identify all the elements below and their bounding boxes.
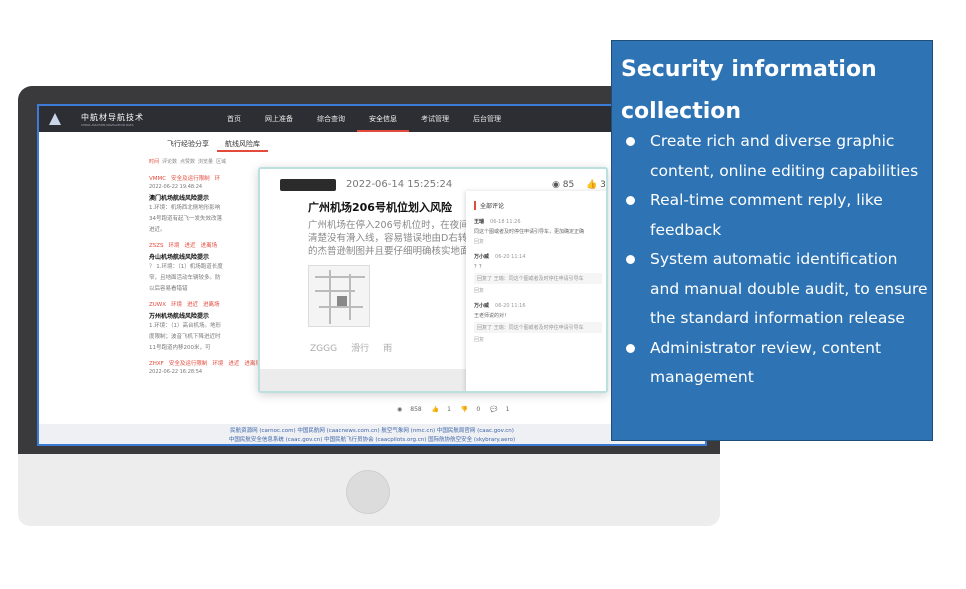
sort-option[interactable]: 评论数: [162, 159, 177, 165]
sub-tabs: 飞行经验分享 航线风险库: [159, 136, 268, 152]
tag[interactable]: 进近: [185, 243, 196, 249]
airport-chart-image: [308, 265, 370, 327]
comment-header: 王瑞 06-18 11:26: [474, 218, 602, 225]
comment-count: 1: [505, 406, 510, 413]
nav-item[interactable]: 考试管理: [409, 106, 461, 132]
sort-option[interactable]: 区域: [216, 159, 226, 165]
card-body-line: 的杰普逊制图并且要仔细明确核实地面: [308, 246, 468, 257]
comment-text: ？？: [474, 264, 485, 270]
comment-reply: 回复了 王瑞：同这个图或者及时停住申请引导车: [474, 322, 602, 333]
card-body-line: 广州机场在停入206号机位时，在夜间: [308, 220, 468, 231]
nav-item[interactable]: 后台管理: [461, 106, 513, 132]
card-tag[interactable]: 滑行: [351, 344, 369, 354]
reply-button[interactable]: 回复: [474, 336, 602, 343]
comment-user[interactable]: 王瑞: [474, 219, 484, 225]
top-navigation: 中航材导航技术 CHINA AVIATION NAVIGATION DATA 首…: [39, 106, 705, 132]
tab-0[interactable]: 飞行经验分享: [159, 136, 217, 152]
tag[interactable]: 安全及运行限制: [171, 176, 210, 182]
card-date: 2022-06-14 15:25:24: [346, 179, 453, 190]
comment-time: 06-20 11:14: [495, 254, 526, 260]
thumbnail-image: [280, 179, 336, 191]
comments-panel: 全部评论 王瑞 06-18 11:26 同这个图或者及时停住申请引导车，更加确定正确…: [466, 191, 606, 391]
tag[interactable]: 进离场: [201, 243, 218, 249]
tag[interactable]: 环境: [169, 243, 180, 249]
dislike-count: 0: [476, 406, 481, 413]
tag[interactable]: 环境: [212, 361, 223, 367]
views-count: 858: [410, 406, 422, 413]
comment-text: 王老师说的对！: [474, 313, 510, 319]
tag[interactable]: 进近: [187, 302, 198, 308]
comment-time: 06-20 11:16: [495, 303, 526, 309]
tag[interactable]: ZUWX: [149, 302, 166, 308]
logo[interactable]: 中航材导航技术 CHINA AVIATION NAVIGATION DATA: [45, 112, 195, 127]
feature-bullet: System automatic identification and manu…: [622, 245, 928, 334]
comment-item: 万小威 06-20 11:14 ？？ 回复了 王瑞：同这个图或者及时停住申请引导车回复: [474, 253, 602, 294]
nav-menu: 首页 网上准备 综合查询 安全信息 考试管理 后台管理: [215, 106, 513, 132]
risk-detail-card: 2022-06-14 15:25:24 ◉ 85 👍 3 广州机场206号机位划…: [258, 167, 608, 393]
tag[interactable]: VMMC: [149, 176, 166, 182]
comment-user[interactable]: 万小威: [474, 303, 489, 309]
reply-button[interactable]: 回复: [474, 238, 602, 245]
tag[interactable]: 安全及运行限制: [169, 361, 208, 367]
footer-line[interactable]: 民航资源网 (carnoc.com) 中国民航网 (caacnews.com.c…: [39, 427, 705, 436]
footer-links: 民航资源网 (carnoc.com) 中国民航网 (caacnews.com.c…: [39, 424, 705, 444]
tag[interactable]: ZHXF: [149, 361, 164, 367]
card-tag[interactable]: ZGGG: [310, 344, 337, 354]
comment-item: 万小威 06-20 11:16 王老师说的对！ 回复了 王瑞：同这个图或者及时停住申请…: [474, 302, 602, 343]
tag[interactable]: 环境: [171, 302, 182, 308]
tab-1[interactable]: 航线风险库: [217, 136, 268, 152]
card-body: 广州机场在停入206号机位时，在夜间 清楚没有滑入线，容易错误地由D右转 的杰普逊制…: [308, 219, 468, 258]
comment-item: 王瑞 06-18 11:26 同这个图或者及时停住申请引导车，更加确定正确回复: [474, 218, 602, 245]
feature-bullet: Create rich and diverse graphic content,…: [622, 127, 928, 186]
views-icon: ◉: [397, 406, 403, 413]
card-likes[interactable]: 👍 3: [586, 180, 606, 190]
feature-bullet: Real-time comment reply, like feedback: [622, 186, 928, 245]
slide: 中航材导航技术 CHINA AVIATION NAVIGATION DATA 首…: [0, 0, 966, 589]
nav-item[interactable]: 综合查询: [305, 106, 357, 132]
tag[interactable]: 进离场: [203, 302, 220, 308]
tag[interactable]: 进近: [228, 361, 239, 367]
card-views: ◉ 85: [552, 180, 575, 190]
sort-option[interactable]: 浏览量: [198, 159, 213, 165]
comment-icon[interactable]: 💬: [490, 406, 497, 413]
nav-item[interactable]: 安全信息: [357, 106, 409, 132]
comment-text: 同这个图或者及时停住申请引导车，更加确定正确: [474, 229, 585, 235]
feature-bullet: Administrator review, content management: [622, 334, 928, 393]
sort-option[interactable]: 时间: [149, 159, 159, 165]
feature-list: Create rich and diverse graphic content,…: [622, 127, 928, 393]
logo-plane-icon: [45, 112, 69, 126]
dislike-icon[interactable]: 👎: [461, 406, 468, 413]
nav-item[interactable]: 网上准备: [253, 106, 305, 132]
card-body-line: 清楚没有滑入线，容易错误地由D右转: [308, 233, 468, 244]
card-tag[interactable]: 雨: [383, 344, 392, 354]
logo-english-name: CHINA AVIATION NAVIGATION DATA: [81, 122, 134, 127]
nav-item[interactable]: 首页: [215, 106, 253, 132]
comment-header: 万小威 06-20 11:14: [474, 253, 602, 260]
like-icon[interactable]: 👍: [432, 406, 439, 413]
power-button-icon: [346, 470, 390, 514]
comment-reply: 回复了 王瑞：同这个图或者及时停住申请引导车: [474, 273, 602, 284]
sort-option[interactable]: 点赞数: [180, 159, 195, 165]
comments-header: 全部评论: [474, 201, 602, 210]
footer-line[interactable]: 中国民航安全信息系统 (caac.gov.cn) 中国民航飞行员协会 (caac…: [39, 436, 705, 444]
comment-header: 万小威 06-20 11:16: [474, 302, 602, 309]
item-stats: ◉ 858 👍 1 👎 0 💬 1: [397, 406, 517, 413]
tag[interactable]: ZSZS: [149, 243, 164, 249]
info-panel: Security information collection Create r…: [611, 40, 933, 441]
tag[interactable]: 环: [215, 176, 221, 182]
card-footer-bar: [260, 369, 470, 391]
comment-user[interactable]: 万小威: [474, 254, 489, 260]
card-title: 广州机场206号机位划入风险: [308, 201, 452, 214]
comment-time: 06-18 11:26: [490, 219, 521, 225]
card-tags: ZGGG 滑行 雨: [310, 341, 406, 354]
logo-chinese-name: 中航材导航技术: [81, 112, 144, 122]
reply-button[interactable]: 回复: [474, 287, 602, 294]
panel-title: Security information collection: [621, 57, 877, 124]
like-count: 1: [447, 406, 451, 413]
